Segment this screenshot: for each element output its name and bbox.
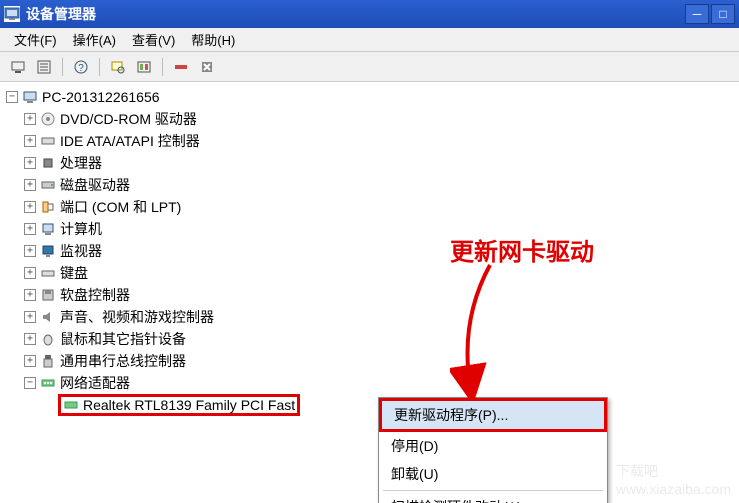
tree-node-label: IDE ATA/ATAPI 控制器 [60, 131, 200, 151]
tree-node-label: 处理器 [60, 153, 102, 173]
tree-node-computer[interactable]: + 计算机 [6, 218, 733, 240]
floppy-icon [40, 287, 56, 303]
expand-icon[interactable]: + [24, 245, 36, 257]
collapse-icon[interactable]: − [6, 91, 18, 103]
tree-node-label: 磁盘驱动器 [60, 175, 130, 195]
tree-node-label: 键盘 [60, 263, 88, 283]
expand-icon[interactable]: + [24, 333, 36, 345]
toolbar-separator [99, 58, 100, 76]
ctx-item-label: 停用(D) [391, 438, 438, 454]
menu-file[interactable]: 文件(F) [6, 28, 65, 51]
pc-icon [40, 221, 56, 237]
port-icon [40, 199, 56, 215]
toolbar-scan-icon[interactable] [108, 57, 128, 77]
tree-node-label: 端口 (COM 和 LPT) [60, 197, 181, 217]
highlight-network-device: Realtek RTL8139 Family PCI Fast [58, 394, 300, 416]
tree-node-cpu[interactable]: + 处理器 [6, 152, 733, 174]
tree-root[interactable]: − PC-201312261656 [6, 86, 733, 108]
computer-icon [22, 89, 38, 105]
titlebar: 设备管理器 ─ □ [0, 0, 739, 28]
nic-icon [63, 397, 79, 413]
tree-node-dvd[interactable]: + DVD/CD-ROM 驱动器 [6, 108, 733, 130]
expand-icon[interactable]: + [24, 289, 36, 301]
disk-icon [40, 177, 56, 193]
monitor-icon [40, 243, 56, 259]
tree-node-label: 通用串行总线控制器 [60, 351, 186, 371]
tree-node-disk[interactable]: + 磁盘驱动器 [6, 174, 733, 196]
toolbar-uninstall-icon[interactable] [197, 57, 217, 77]
expand-icon[interactable]: + [24, 179, 36, 191]
ctx-update-driver[interactable]: 更新驱动程序(P)... [379, 398, 607, 432]
network-icon [40, 375, 56, 391]
app-icon [4, 6, 20, 22]
maximize-button[interactable]: □ [711, 4, 735, 24]
toolbar-properties-icon[interactable] [34, 57, 54, 77]
expand-icon[interactable]: + [24, 157, 36, 169]
toolbar: ? [0, 52, 739, 82]
menu-view[interactable]: 查看(V) [124, 28, 183, 51]
tree-node-label: 计算机 [60, 219, 102, 239]
expand-icon[interactable]: + [24, 135, 36, 147]
tree-node-label: 软盘控制器 [60, 285, 130, 305]
expand-icon[interactable]: + [24, 201, 36, 213]
tree-node-ports[interactable]: + 端口 (COM 和 LPT) [6, 196, 733, 218]
ctx-disable[interactable]: 停用(D) [379, 432, 607, 460]
expand-icon[interactable]: + [24, 223, 36, 235]
tree-node-label: 监视器 [60, 241, 102, 261]
tree-node-label: 网络适配器 [60, 373, 130, 393]
blank [42, 399, 54, 411]
tree-node-usb[interactable]: + 通用串行总线控制器 [6, 350, 733, 372]
toolbar-separator [162, 58, 163, 76]
tree-root-label: PC-201312261656 [42, 89, 160, 105]
ctx-item-label: 卸载(U) [391, 466, 438, 482]
toolbar-disable-icon[interactable] [171, 57, 191, 77]
device-tree: − PC-201312261656 + DVD/CD-ROM 驱动器 + IDE… [0, 82, 739, 503]
toolbar-update-icon[interactable] [134, 57, 154, 77]
keyboard-icon [40, 265, 56, 281]
expand-icon[interactable]: + [24, 113, 36, 125]
collapse-icon[interactable]: − [24, 377, 36, 389]
ctx-item-label: 更新驱动程序(P)... [394, 407, 508, 423]
ctx-item-label: 扫描检测硬件改动(A) [391, 499, 522, 503]
tree-node-network[interactable]: − 网络适配器 [6, 372, 733, 394]
expand-icon[interactable]: + [24, 267, 36, 279]
expand-icon[interactable]: + [24, 355, 36, 367]
tree-node-floppy[interactable]: + 软盘控制器 [6, 284, 733, 306]
dvd-icon [40, 111, 56, 127]
tree-node-label: 声音、视频和游戏控制器 [60, 307, 214, 327]
tree-node-ide[interactable]: + IDE ATA/ATAPI 控制器 [6, 130, 733, 152]
toolbar-computer-icon[interactable] [8, 57, 28, 77]
minimize-button[interactable]: ─ [685, 4, 709, 24]
menu-action[interactable]: 操作(A) [65, 28, 124, 51]
tree-node-sound[interactable]: + 声音、视频和游戏控制器 [6, 306, 733, 328]
annotation-arrow [450, 260, 530, 400]
tree-node-keyboard[interactable]: + 键盘 [6, 262, 733, 284]
tree-node-monitor[interactable]: + 监视器 [6, 240, 733, 262]
ctx-scan-hardware[interactable]: 扫描检测硬件改动(A) [379, 493, 607, 503]
tree-node-label: 鼠标和其它指针设备 [60, 329, 186, 349]
svg-text:?: ? [78, 63, 84, 74]
toolbar-separator [62, 58, 63, 76]
tree-leaf-network-device[interactable]: Realtek RTL8139 Family PCI Fast [6, 394, 733, 416]
cpu-icon [40, 155, 56, 171]
sound-icon [40, 309, 56, 325]
expand-icon[interactable]: + [24, 311, 36, 323]
ide-icon [40, 133, 56, 149]
menu-help[interactable]: 帮助(H) [183, 28, 243, 51]
ctx-uninstall[interactable]: 卸载(U) [379, 460, 607, 488]
mouse-icon [40, 331, 56, 347]
context-menu: 更新驱动程序(P)... 停用(D) 卸载(U) 扫描检测硬件改动(A) [378, 397, 608, 503]
usb-icon [40, 353, 56, 369]
toolbar-help-icon[interactable]: ? [71, 57, 91, 77]
ctx-separator [383, 490, 603, 491]
menubar: 文件(F) 操作(A) 查看(V) 帮助(H) [0, 28, 739, 52]
window-title: 设备管理器 [26, 4, 683, 24]
tree-node-mouse[interactable]: + 鼠标和其它指针设备 [6, 328, 733, 350]
tree-node-label: DVD/CD-ROM 驱动器 [60, 109, 197, 129]
network-device-label: Realtek RTL8139 Family PCI Fast [83, 397, 295, 413]
